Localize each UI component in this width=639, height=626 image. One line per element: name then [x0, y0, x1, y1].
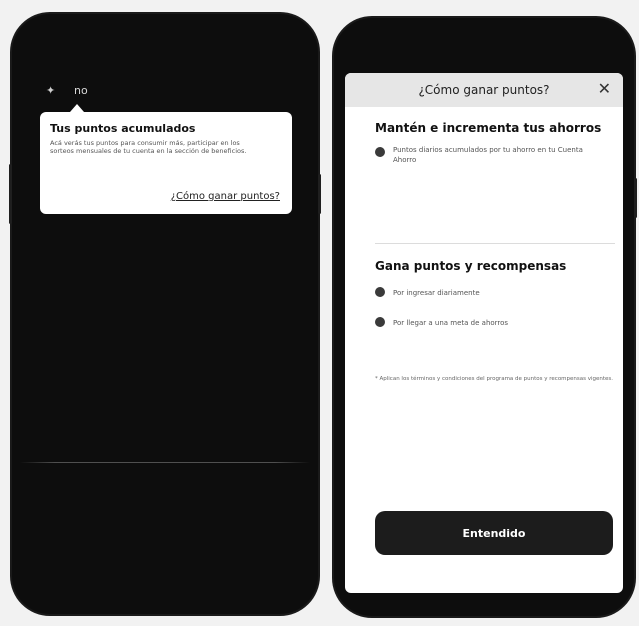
section-divider	[375, 243, 615, 244]
sheet-header: ¿Cómo ganar puntos? ✕	[345, 73, 623, 107]
phone-right: ¿Cómo ganar puntos? ✕ Mantén e increment…	[334, 18, 637, 616]
bullet-icon	[375, 147, 385, 157]
bullet-icon	[375, 317, 385, 327]
how-to-earn-sheet: ¿Cómo ganar puntos? ✕ Mantén e increment…	[345, 73, 623, 593]
section-rewards-title: Gana puntos y recompensas	[375, 259, 567, 273]
header-label: no	[74, 84, 88, 97]
volume-button	[9, 164, 12, 224]
section-rewards-item: Por llegar a una meta de ahorros	[393, 319, 509, 327]
section-savings-item: Puntos diarios acumulados por tu ahorro …	[393, 146, 583, 164]
how-to-earn-link[interactable]: ¿Cómo ganar puntos?	[171, 191, 280, 202]
tooltip-caret	[70, 104, 84, 112]
points-tooltip: Tus puntos acumulados Acá verás tus punt…	[40, 112, 292, 214]
phone-left: ✦ no Tus puntos acumulados Acá verás tus…	[9, 14, 321, 614]
section-savings-title: Mantén e incrementa tus ahorros	[375, 121, 602, 135]
bullet-icon	[375, 287, 385, 297]
tooltip-title: Tus puntos acumulados	[50, 122, 196, 135]
section-rewards-item: Por ingresar diariamente	[393, 289, 480, 297]
power-button	[634, 178, 637, 218]
power-button	[318, 174, 321, 214]
close-icon[interactable]: ✕	[598, 81, 611, 97]
sheet-title: ¿Cómo ganar puntos?	[418, 83, 550, 97]
tooltip-description: Acá verás tus puntos para consumir más, …	[50, 139, 247, 155]
understood-button[interactable]: Entendido	[375, 511, 613, 555]
divider	[20, 462, 310, 463]
back-icon[interactable]: ✦	[46, 84, 55, 97]
terms-footnote: * Aplican los términos y condiciones del…	[375, 376, 614, 382]
